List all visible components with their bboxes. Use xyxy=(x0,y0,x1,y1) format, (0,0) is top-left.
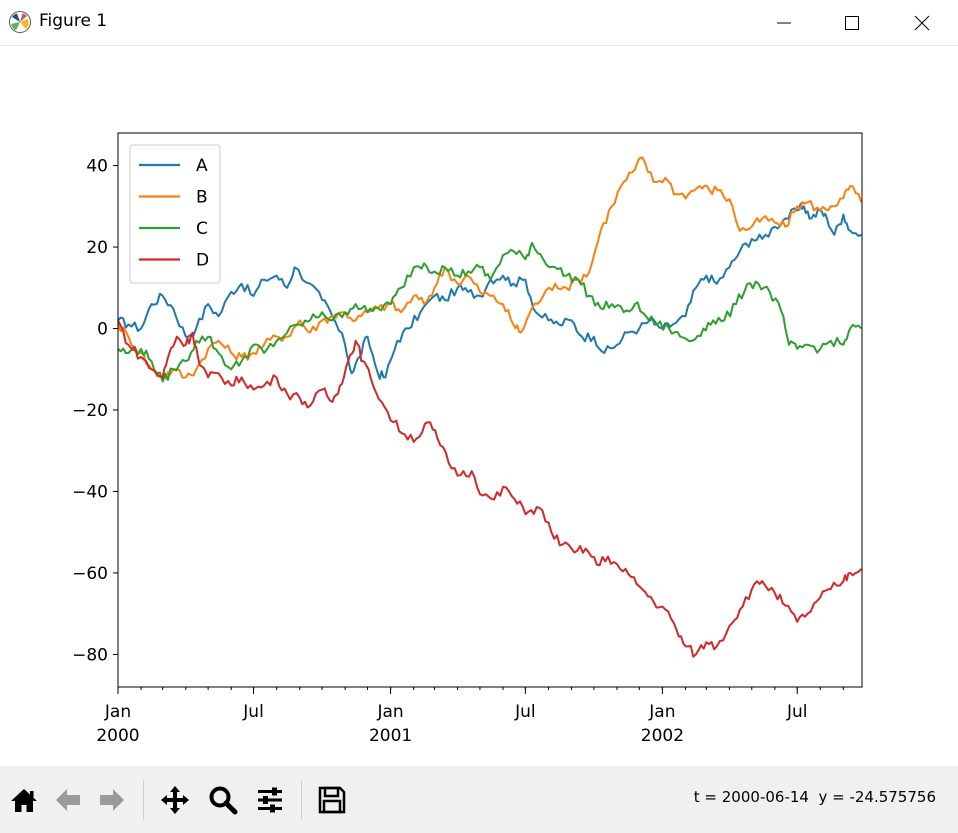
x-tick-label: Jul xyxy=(242,702,264,722)
series-line-A xyxy=(118,204,861,379)
toolbar-separator xyxy=(143,780,144,820)
maximize-icon xyxy=(844,15,860,31)
legend-label-D: D xyxy=(196,251,209,271)
legend-label-B: B xyxy=(196,188,208,208)
forward-button[interactable] xyxy=(92,780,132,820)
y-tick-label: −60 xyxy=(72,564,108,584)
x-tick-year-label: 2001 xyxy=(369,726,412,746)
close-button[interactable] xyxy=(888,0,956,46)
y-axis: 40 20 0 −20 −40 −60 −80 xyxy=(72,157,118,666)
minimize-button[interactable] xyxy=(750,0,818,46)
home-button[interactable] xyxy=(4,780,44,820)
series-line-B xyxy=(118,157,861,378)
navigation-toolbar: t = 2000-06-14 y = -24.575756 xyxy=(0,766,958,833)
x-tick-label: Jan xyxy=(376,702,403,722)
home-icon xyxy=(9,785,39,815)
window-title: Figure 1 xyxy=(39,11,107,31)
save-button[interactable] xyxy=(312,780,352,820)
pan-button[interactable] xyxy=(155,780,195,820)
zoom-icon xyxy=(207,784,239,816)
x-tick-label: Jan xyxy=(104,702,131,722)
configure-subplots-button[interactable] xyxy=(250,780,290,820)
forward-arrow-icon xyxy=(97,785,127,815)
y-tick-label: −20 xyxy=(72,401,108,421)
line-chart: 40200−20−40−60−80 Jan2000JulJan2001JulJa… xyxy=(0,46,958,766)
legend: ABCD xyxy=(130,145,220,283)
pan-icon xyxy=(159,784,191,816)
plot-frame xyxy=(118,133,862,687)
maximize-button[interactable] xyxy=(818,0,886,46)
x-tick-label: Jul xyxy=(514,702,536,722)
subplots-config-icon xyxy=(255,785,285,815)
series-layer xyxy=(118,157,861,656)
y-tick-label: −40 xyxy=(72,482,108,502)
y-tick-label: 0 xyxy=(97,320,108,340)
x-tick-label: Jul xyxy=(786,702,808,722)
toolbar-separator xyxy=(301,780,302,820)
legend-label-A: A xyxy=(196,156,208,176)
zoom-button[interactable] xyxy=(203,780,243,820)
x-tick-year-label: 2002 xyxy=(641,726,684,746)
series-line-D xyxy=(118,320,861,656)
series-line-C xyxy=(118,243,861,382)
back-button[interactable] xyxy=(48,780,88,820)
minimize-icon xyxy=(776,15,792,31)
matplotlib-logo-icon xyxy=(8,10,32,34)
x-axis: Jan 2000 Jul Jan 2001 Jul Jan 2002 Jul xyxy=(96,687,843,746)
title-bar: Figure 1 xyxy=(0,0,958,46)
x-tick-label: Jan xyxy=(648,702,675,722)
y-tick-label: 40 xyxy=(86,157,108,177)
y-tick-label: 20 xyxy=(86,238,108,258)
cursor-coordinates: t = 2000-06-14 y = -24.575756 xyxy=(694,788,936,806)
figure-canvas[interactable]: 40200−20−40−60−80 Jan2000JulJan2001JulJa… xyxy=(0,46,958,766)
x-tick-year-label: 2000 xyxy=(96,726,139,746)
y-tick-label: −80 xyxy=(72,645,108,665)
back-arrow-icon xyxy=(53,785,83,815)
save-icon xyxy=(317,785,347,815)
legend-label-C: C xyxy=(196,219,208,239)
close-icon xyxy=(914,15,930,31)
